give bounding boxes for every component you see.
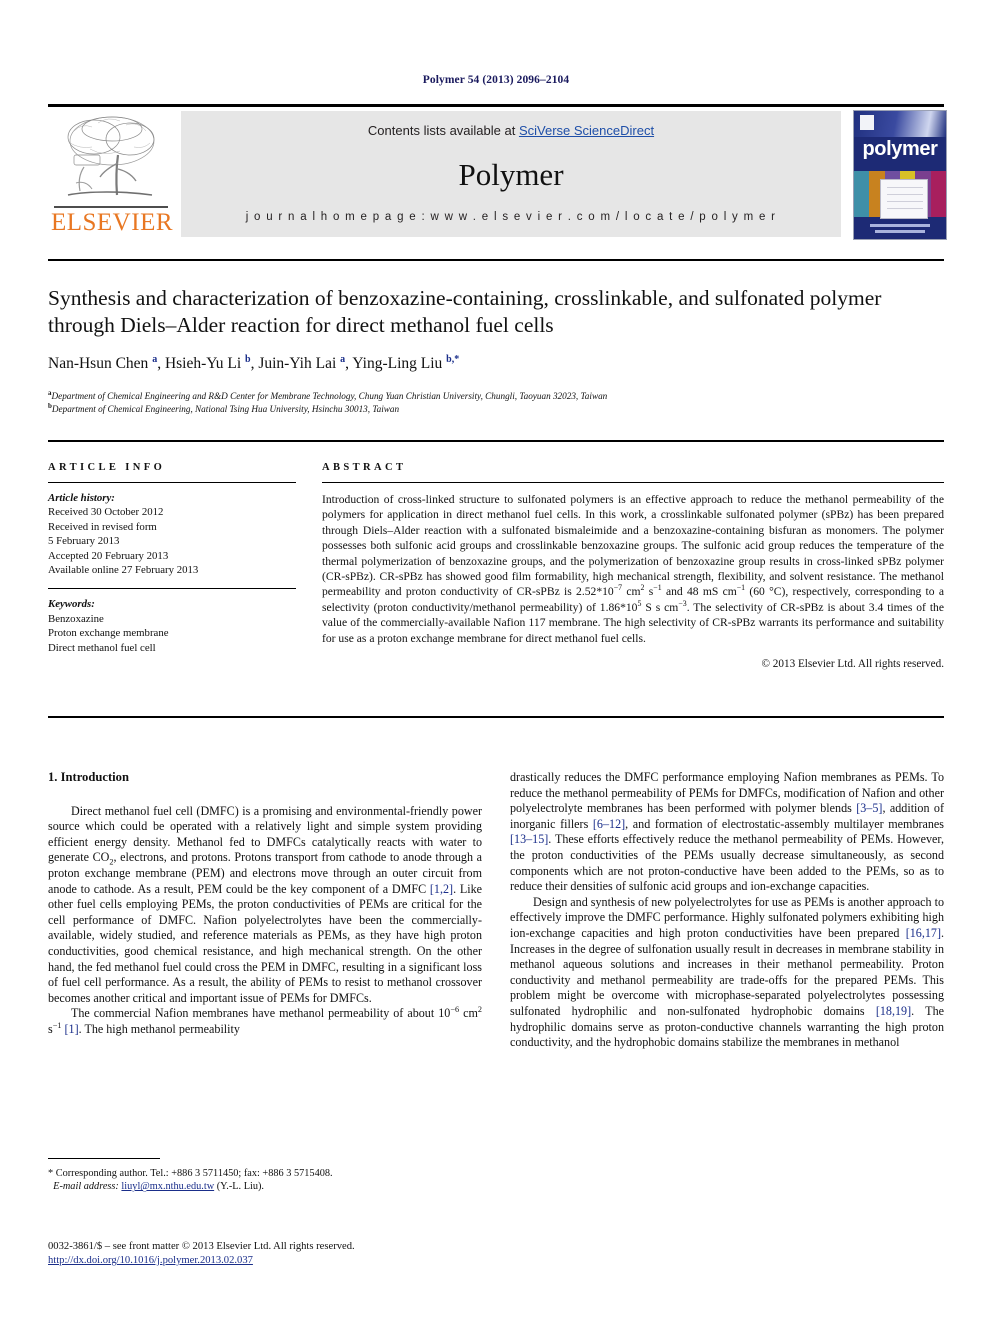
paper-page: Polymer 54 (2013) 2096–2104 ELSEVIER Con…	[0, 0, 992, 1323]
cover-footer-band	[854, 221, 946, 239]
journal-band: Contents lists available at SciVerse Sci…	[181, 111, 841, 237]
journal-homepage-line[interactable]: j o u r n a l h o m e p a g e : w w w . …	[181, 211, 841, 223]
footnote-rule	[48, 1158, 160, 1159]
corresponding-author-line: * Corresponding author. Tel.: +886 3 571…	[48, 1168, 333, 1179]
doi-link[interactable]: http://dx.doi.org/10.1016/j.polymer.2013…	[48, 1255, 253, 1266]
page-footer: 0032-3861/$ – see front matter © 2013 El…	[48, 1240, 648, 1268]
body-paragraph: Design and synthesis of new polyelectrol…	[510, 894, 944, 1050]
contents-available-line: Contents lists available at SciVerse Sci…	[181, 123, 841, 138]
elsevier-wordmark: ELSEVIER	[50, 209, 174, 236]
email-line: E-mail address: liuyl@mx.nthu.edu.tw (Y.…	[48, 1180, 482, 1193]
body-paragraph: The commercial Nafion membranes have met…	[48, 1005, 482, 1036]
email-link[interactable]: liuyl@mx.nthu.edu.tw	[121, 1181, 214, 1192]
corresponding-author-footnote: * Corresponding author. Tel.: +886 3 571…	[48, 1158, 482, 1194]
journal-title: Polymer	[458, 157, 564, 192]
body-column-left: 1. Introduction Direct methanol fuel cel…	[48, 770, 482, 1038]
cover-elsevier-mark-icon	[860, 115, 874, 130]
affiliation-b-text: Department of Chemical Engineering, Nati…	[51, 403, 400, 414]
affiliations: aDepartment of Chemical Engineering and …	[48, 389, 948, 416]
abstract-copyright: © 2013 Elsevier Ltd. All rights reserved…	[761, 658, 945, 671]
running-head: Polymer 54 (2013) 2096–2104	[422, 74, 570, 86]
body-paragraph: Direct methanol fuel cell (DMFC) is a pr…	[48, 803, 483, 1005]
sciencedirect-link[interactable]: SciVerse ScienceDirect	[519, 123, 654, 138]
keyword-item: Proton exchange membrane	[48, 627, 169, 640]
issn-copyright-line: 0032-3861/$ – see front matter © 2013 El…	[48, 1241, 355, 1252]
author-list: Nan-Hsun Chen a, Hsieh-Yu Li b, Juin-Yih…	[48, 353, 460, 372]
abstract-heading: ABSTRACT	[322, 462, 407, 473]
article-history: Article history: Received 30 October 201…	[48, 491, 296, 577]
cover-inset-chart	[880, 179, 928, 219]
history-item: Received 30 October 2012	[48, 506, 164, 519]
affiliation-b: bDepartment of Chemical Engineering, Nat…	[48, 402, 948, 416]
article-info-column: ARTICLE INFO Article history: Received 3…	[48, 462, 296, 655]
elsevier-tree-icon	[54, 111, 166, 207]
page-title: Synthesis and characterization of benzox…	[48, 286, 882, 337]
contents-prefix: Contents lists available at	[367, 123, 519, 138]
abstract-rule	[322, 482, 944, 483]
article-info-heading: ARTICLE INFO	[48, 462, 166, 473]
journal-masthead: ELSEVIER Contents lists available at Sci…	[48, 104, 947, 241]
history-item: Available online 27 February 2013	[48, 564, 199, 577]
keywords-block: Keywords: Benzoxazine Proton exchange me…	[48, 597, 296, 655]
body-paragraph: drastically reduces the DMFC performance…	[510, 770, 945, 894]
article-history-label: Article history:	[48, 492, 115, 504]
journal-cover-thumbnail: polymer	[853, 110, 947, 240]
abstract-text: Introduction of cross-linked structure t…	[322, 493, 944, 645]
abstract-block-bottom-divider	[48, 716, 944, 718]
body-column-right: drastically reduces the DMFC performance…	[510, 770, 944, 1051]
section-heading-introduction: 1. Introduction	[48, 770, 129, 784]
elsevier-logo-rule	[54, 206, 168, 208]
keyword-item: Direct methanol fuel cell	[48, 641, 156, 654]
keywords-label: Keywords:	[48, 598, 95, 611]
history-item: 5 February 2013	[48, 535, 120, 548]
history-item: Accepted 20 February 2013	[48, 549, 169, 562]
article-info-rule	[48, 482, 296, 483]
affiliation-a: aDepartment of Chemical Engineering and …	[48, 389, 948, 403]
abstract-block-top-divider	[48, 440, 944, 442]
history-item: Received in revised form	[48, 520, 157, 533]
article-info-separator	[48, 588, 296, 590]
email-label: E-mail address:	[53, 1181, 119, 1193]
elsevier-logo: ELSEVIER	[48, 111, 176, 237]
keyword-item: Benzoxazine	[48, 612, 104, 625]
affiliation-a-text: Department of Chemical Engineering and R…	[51, 391, 608, 401]
abstract-column: ABSTRACT Introduction of cross-linked st…	[322, 462, 944, 670]
title-divider	[48, 259, 944, 261]
email-owner: (Y.-L. Liu).	[216, 1181, 264, 1193]
cover-journal-name: polymer	[862, 138, 938, 160]
